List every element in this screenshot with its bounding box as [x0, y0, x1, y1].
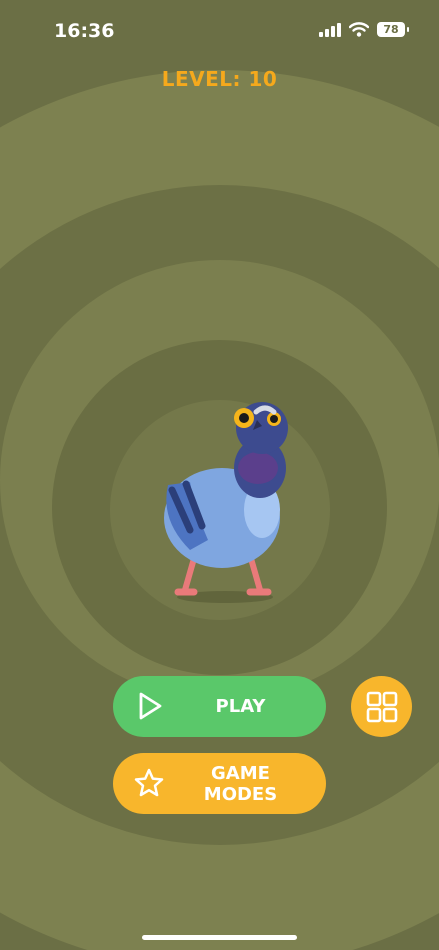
wifi-icon [349, 22, 369, 37]
cellular-signal-icon [319, 22, 341, 37]
play-button-label: PLAY [215, 696, 266, 717]
game-modes-button-label: GAME MODES [203, 762, 278, 805]
battery-level: 78 [383, 23, 399, 36]
play-button[interactable]: PLAY [113, 676, 326, 737]
battery-icon: 78 [377, 22, 409, 37]
level-indicator: LEVEL: 10 [161, 67, 278, 91]
pigeon-character[interactable] [150, 390, 300, 610]
star-icon [134, 768, 164, 797]
status-icons: 78 [319, 22, 409, 37]
home-indicator[interactable] [142, 935, 297, 940]
grid-icon [366, 691, 397, 722]
play-triangle-icon [139, 692, 162, 720]
menu-grid-button[interactable] [351, 676, 412, 737]
status-time: 16:36 [54, 20, 115, 42]
game-modes-button[interactable]: GAME MODES [113, 753, 326, 814]
status-bar: 16:36 78 [0, 0, 439, 66]
